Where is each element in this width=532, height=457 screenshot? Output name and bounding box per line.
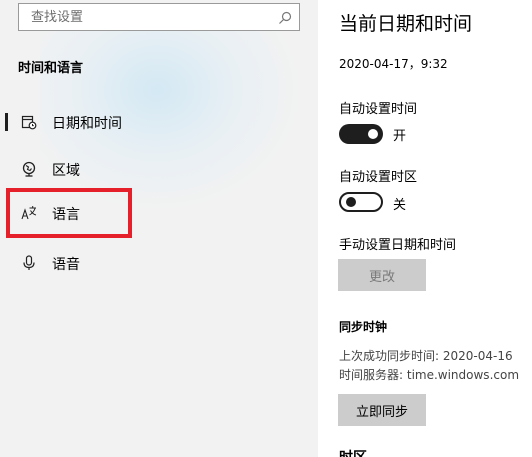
sidebar-item-speech[interactable]: 语音	[0, 243, 318, 283]
auto-timezone-state: 关	[393, 198, 407, 213]
main-content: 当前日期和时间 2020-04-17，9:32 自动设置时间 开 自动设置时区 …	[318, 0, 532, 457]
time-server-text: 时间服务器: time.windows.com	[339, 368, 520, 382]
last-sync-text: 上次成功同步时间: 2020-04-16	[339, 349, 513, 363]
sidebar-item-label: 区域	[52, 163, 80, 179]
search-box[interactable]	[18, 3, 300, 31]
sync-clock-title: 同步时钟	[339, 320, 388, 334]
toggle-knob	[368, 129, 378, 139]
time-zone-heading: 时区	[339, 447, 367, 457]
toggle-knob	[346, 197, 356, 207]
selected-indicator	[5, 113, 8, 131]
auto-timezone-label: 自动设置时区	[339, 170, 418, 185]
search-icon[interactable]	[278, 10, 292, 24]
sidebar-item-label: 日期和时间	[52, 116, 122, 132]
highlight-annotation	[6, 188, 132, 238]
manual-datetime-label: 手动设置日期和时间	[339, 238, 457, 253]
auto-time-label: 自动设置时间	[339, 102, 418, 117]
sidebar-item-label: 语音	[52, 257, 80, 273]
sidebar-item-region[interactable]: 区域	[0, 149, 318, 189]
auto-time-state: 开	[393, 129, 407, 144]
search-input[interactable]	[19, 4, 299, 30]
auto-timezone-toggle[interactable]	[339, 192, 383, 212]
change-button[interactable]: 更改	[338, 259, 426, 291]
auto-time-toggle[interactable]	[339, 124, 383, 144]
sidebar-item-date-time[interactable]: 日期和时间	[0, 102, 318, 142]
microphone-icon	[21, 255, 37, 271]
sidebar-section-title: 时间和语言	[18, 61, 84, 76]
page-title: 当前日期和时间	[339, 13, 473, 35]
globe-region-icon	[21, 161, 37, 177]
sidebar: 时间和语言 日期和时间 区域 语言 语音	[0, 0, 318, 457]
calendar-clock-icon	[21, 114, 37, 130]
current-datetime: 2020-04-17，9:32	[339, 57, 448, 71]
sync-now-button[interactable]: 立即同步	[338, 394, 426, 426]
